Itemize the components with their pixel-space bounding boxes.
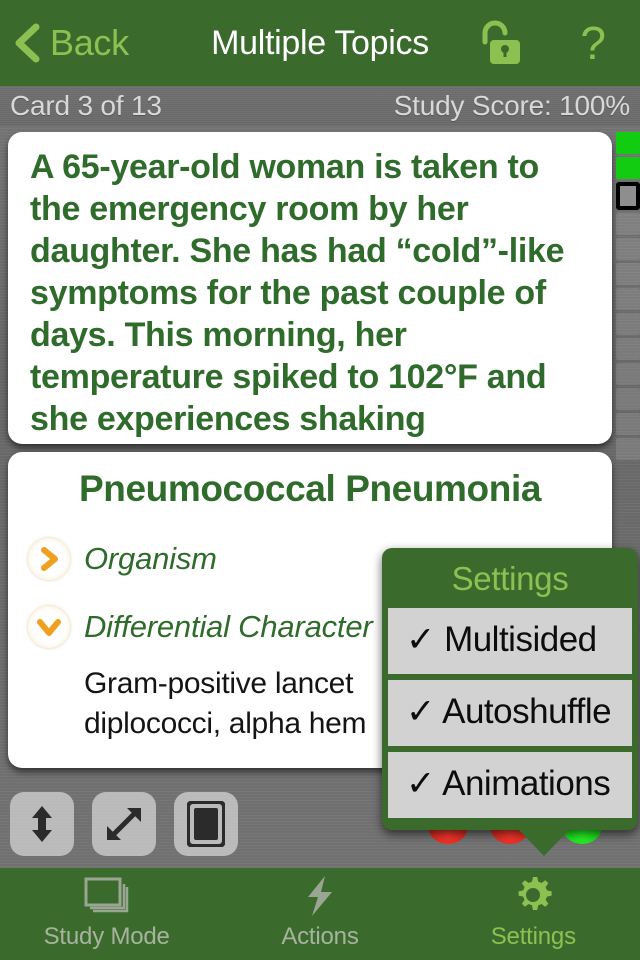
tab-label: Settings (490, 923, 576, 950)
progress-rung (616, 338, 640, 360)
back-button[interactable]: Back (14, 23, 129, 63)
diagonal-arrows-expand-icon (105, 805, 143, 843)
tab-label: Study Mode (43, 923, 170, 950)
back-button-label: Back (50, 22, 129, 63)
checkmark-icon: ✓ (406, 692, 435, 731)
checkmark-icon: ✓ (406, 620, 435, 659)
tab-actions[interactable]: Actions (213, 868, 426, 960)
resize-vertical-button[interactable] (10, 792, 74, 856)
progress-rung (616, 157, 640, 179)
tab-study-mode[interactable]: Study Mode (0, 868, 213, 960)
progress-rung (616, 263, 640, 285)
progress-rung (616, 313, 640, 335)
progress-rung (616, 438, 640, 460)
answer-section-label: Differential Character (84, 609, 373, 644)
progress-rung (616, 213, 640, 235)
lightning-bolt-icon (303, 876, 337, 917)
tab-bar: Study Mode Actions Settings (0, 868, 640, 960)
answer-section-label: Organism (84, 541, 217, 576)
gear-icon (511, 877, 555, 917)
checkmark-icon: ✓ (406, 764, 435, 803)
double-arrow-vertical-icon (25, 804, 59, 844)
chevron-right-circle-icon (28, 538, 70, 580)
settings-option-label: Autoshuffle (442, 692, 612, 731)
settings-option-multisided[interactable]: ✓ Multisided (388, 608, 632, 674)
question-text: A 65-year-old woman is taken to the emer… (30, 148, 565, 438)
progress-rung (616, 413, 640, 435)
progress-rung (616, 238, 640, 260)
card-stack-icon (84, 877, 130, 917)
progress-rung (616, 363, 640, 385)
expand-fullscreen-button[interactable] (92, 792, 156, 856)
progress-rung (616, 288, 640, 310)
popover-tail-arrow (518, 829, 570, 856)
progress-rung-current (616, 182, 640, 210)
filled-card-icon (187, 801, 225, 847)
settings-popover-title: Settings (451, 560, 569, 597)
tab-settings[interactable]: Settings (427, 868, 640, 960)
answer-title: Pneumococcal Pneumonia (78, 468, 542, 509)
progress-rung (616, 132, 640, 154)
study-score: Study Score: 100% (393, 90, 630, 121)
status-strip: Card 3 of 13 Study Score: 100% (0, 86, 640, 126)
chevron-left-icon (14, 23, 40, 63)
unlocked-padlock-icon[interactable] (472, 16, 528, 70)
chevron-down-circle-icon (28, 606, 70, 648)
settings-popover: Settings ✓ Multisided ✓ Autoshuffle ✓ An… (382, 548, 638, 856)
settings-option-autoshuffle[interactable]: ✓ Autoshuffle (388, 680, 632, 746)
app-root: Back Multiple Topics ? Card 3 of 13 Stud… (0, 0, 640, 960)
navigation-bar: Back Multiple Topics ? (0, 0, 640, 86)
settings-option-animations[interactable]: ✓ Animations (388, 752, 632, 818)
card-fill-button[interactable] (174, 792, 238, 856)
settings-option-label: Multisided (444, 620, 597, 659)
tab-label: Actions (281, 923, 359, 950)
card-progress-ladder[interactable] (616, 132, 640, 460)
navbar-actions: ? (472, 0, 640, 86)
question-mark-icon[interactable]: ? (580, 20, 606, 66)
settings-option-label: Animations (442, 764, 611, 803)
card-counter: Card 3 of 13 (10, 90, 162, 121)
progress-rung (616, 388, 640, 410)
question-card[interactable]: A 65-year-old woman is taken to the emer… (8, 132, 612, 444)
